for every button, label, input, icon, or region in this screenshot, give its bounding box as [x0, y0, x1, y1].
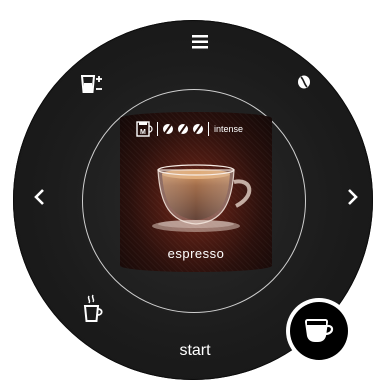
menu-icon[interactable]: [192, 35, 208, 49]
brew-button-face[interactable]: [290, 302, 348, 360]
mug-badge-text: M: [140, 129, 146, 136]
hot-cup-icon[interactable]: [82, 294, 104, 324]
coffee-machine-panel: M intense espresso start: [0, 0, 386, 385]
mug-size-icon: M: [136, 121, 153, 137]
separator: [157, 122, 158, 136]
chevron-left-icon[interactable]: [33, 188, 45, 206]
strength-bean-icon: [193, 124, 203, 134]
brew-button[interactable]: [286, 298, 352, 364]
strength-bean-icon: [163, 124, 173, 134]
separator: [208, 122, 209, 136]
strength-label: intense: [214, 124, 244, 134]
strength-status-row: M intense: [136, 121, 243, 137]
coffee-bean-icon[interactable]: [297, 75, 311, 89]
strength-bean-icon: [178, 124, 188, 134]
coffee-cup-icon: [303, 317, 335, 345]
beverage-name: espresso: [167, 246, 225, 261]
start-button[interactable]: start: [160, 342, 230, 360]
chevron-right-icon[interactable]: [347, 188, 359, 206]
cup-size-adjust-icon[interactable]: [80, 74, 105, 94]
espresso-cup-icon: [148, 160, 260, 239]
